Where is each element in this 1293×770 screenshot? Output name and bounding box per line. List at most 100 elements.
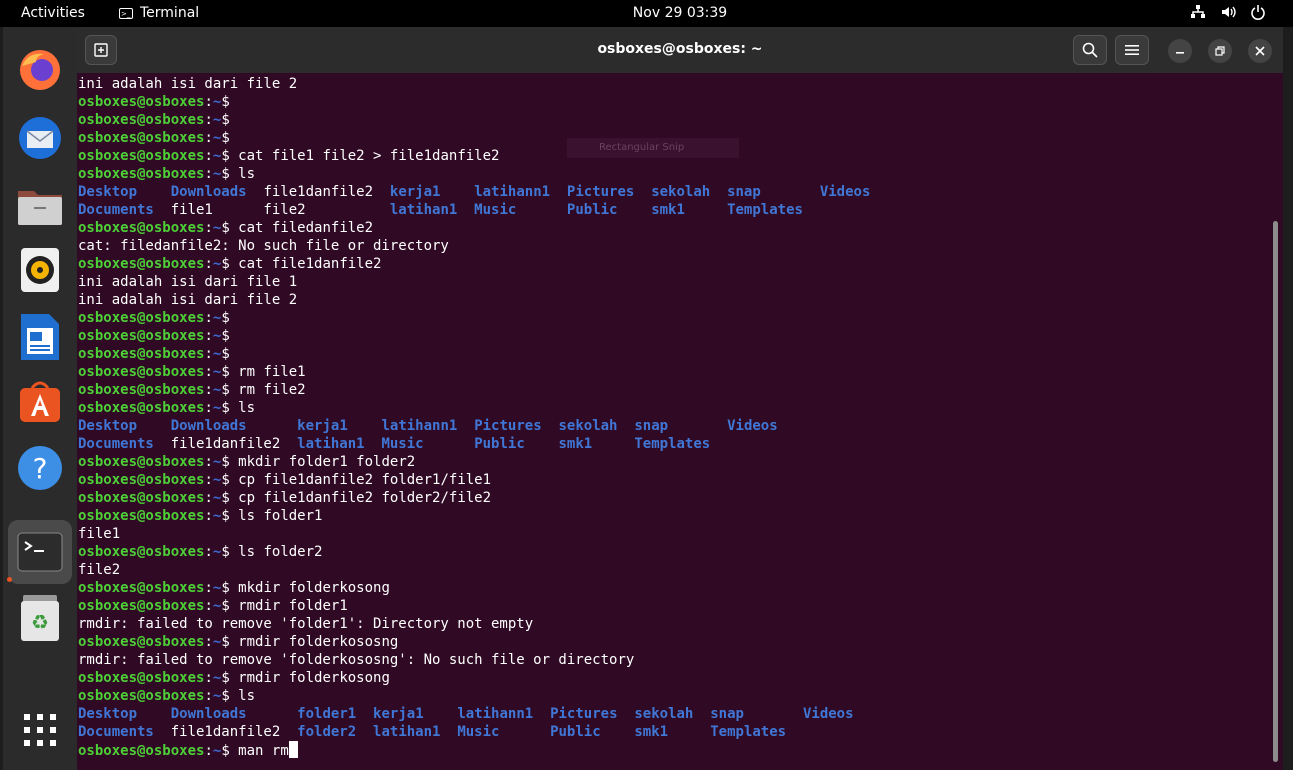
libreoffice-writer-icon[interactable] <box>17 314 63 360</box>
terminal-text: $ <box>221 328 239 344</box>
terminal-output[interactable]: ini adalah isi dari file 2 osboxes@osboxe… <box>78 75 1268 770</box>
terminal-text: ini adalah isi dari file 1 <box>78 274 298 290</box>
terminal-text: ini adalah isi dari file 2 <box>78 292 298 308</box>
terminal-line: rmdir: failed to remove 'folder1': Direc… <box>78 615 1268 633</box>
terminal-line: osboxes@osboxes:~$ mkdir folderkosong <box>78 579 1268 597</box>
terminal-line: osboxes@osboxes:~$ cat file1danfile2 <box>78 255 1268 273</box>
svg-text:♻: ♻ <box>31 610 49 634</box>
prompt-user: osboxes@osboxes <box>78 400 205 416</box>
terminal-text: : <box>204 346 213 362</box>
terminal-text: : <box>204 310 213 326</box>
directory-name: Desktop <box>78 418 138 434</box>
terminal-icon[interactable] <box>8 520 72 584</box>
prompt-user: osboxes@osboxes <box>78 166 205 182</box>
dock: ? ♻ <box>3 27 77 770</box>
terminal-line: osboxes@osboxes:~$ <box>78 309 1268 327</box>
restore-icon <box>1215 46 1225 56</box>
terminal-line: Documents file1danfile2 folder2 latihan1… <box>78 723 1268 741</box>
show-apps-icon[interactable] <box>17 707 63 753</box>
terminal-text: $ rmdir folderkososng <box>221 634 399 650</box>
terminal-line: osboxes@osboxes:~$ ls <box>78 687 1268 705</box>
terminal-text: $ <box>221 130 239 146</box>
terminal-text: : <box>204 688 213 704</box>
terminal-text: file1danfile2 <box>153 724 298 740</box>
directory-name: kerja1 <box>373 706 424 722</box>
menu-button[interactable] <box>1115 35 1149 65</box>
rhythmbox-icon[interactable] <box>17 247 63 293</box>
terminal-text: file1 <box>78 526 121 542</box>
directory-name: Templates <box>634 436 711 452</box>
prompt-user: osboxes@osboxes <box>78 544 205 560</box>
terminal-text: : <box>204 598 213 614</box>
directory-name: Documents <box>78 436 154 452</box>
power-icon <box>1250 4 1266 20</box>
prompt-user: osboxes@osboxes <box>78 490 205 506</box>
maximize-button[interactable] <box>1208 39 1232 63</box>
terminal-text: : <box>204 364 213 380</box>
search-button[interactable] <box>1073 35 1107 65</box>
terminal-text: : <box>204 130 213 146</box>
terminal-text: : <box>204 472 213 488</box>
terminal-text: : <box>204 256 213 272</box>
directory-name: smk1 <box>651 202 685 218</box>
terminal-line: file1 <box>78 525 1268 543</box>
directory-name: Templates <box>727 202 803 218</box>
terminal-text: ini adalah isi dari file 2 <box>78 76 298 92</box>
prompt-user: osboxes@osboxes <box>78 112 205 128</box>
terminal-line: osboxes@osboxes:~$ <box>78 111 1268 129</box>
close-button[interactable] <box>1248 39 1272 63</box>
help-icon[interactable]: ? <box>17 445 63 491</box>
prompt-user: osboxes@osboxes <box>78 688 205 704</box>
terminal-line: osboxes@osboxes:~$ <box>78 345 1268 363</box>
terminal-text: file1 file2 <box>153 202 390 218</box>
minimize-icon <box>1176 52 1184 54</box>
thunderbird-icon[interactable] <box>17 115 63 161</box>
minimize-button[interactable] <box>1168 39 1192 63</box>
running-indicator <box>7 577 12 582</box>
files-icon[interactable] <box>17 182 63 228</box>
terminal-line: osboxes@osboxes:~$ ls folder2 <box>78 543 1268 561</box>
clock[interactable]: Nov 29 03:39 <box>0 5 1293 21</box>
firefox-icon[interactable] <box>17 47 63 93</box>
terminal-window: osboxes@osboxes: ~ ini adalah isi dari f… <box>77 27 1283 770</box>
terminal-text: $ cp file1danfile2 folder2/file2 <box>221 490 492 506</box>
prompt-user: osboxes@osboxes <box>78 256 205 272</box>
prompt-user: osboxes@osboxes <box>78 580 205 596</box>
directory-name: Documents <box>78 724 154 740</box>
terminal-text: : <box>204 112 213 128</box>
app-center-icon[interactable] <box>17 379 63 425</box>
terminal-line: Desktop Downloads folder1 kerja1 latihan… <box>78 705 1268 723</box>
terminal-text: $ <box>221 112 239 128</box>
directory-name: Music <box>474 202 517 218</box>
prompt-user: osboxes@osboxes <box>78 220 205 236</box>
terminal-line: osboxes@osboxes:~$ ls <box>78 399 1268 417</box>
terminal-line: osboxes@osboxes:~$ cat filedanfile2 <box>78 219 1268 237</box>
directory-name: Documents <box>78 202 154 218</box>
system-tray[interactable] <box>1190 4 1266 20</box>
terminal-text: $ rm file1 <box>221 364 306 380</box>
terminal-text: : <box>204 148 213 164</box>
terminal-text: $ mkdir folder1 folder2 <box>221 454 416 470</box>
terminal-line: rmdir: failed to remove 'folderkososng':… <box>78 651 1268 669</box>
directory-name: Public <box>474 436 525 452</box>
prompt-user: osboxes@osboxes <box>78 130 205 146</box>
directory-name: folder2 <box>297 724 357 740</box>
scrollbar[interactable] <box>1273 221 1278 762</box>
terminal-line: osboxes@osboxes:~$ <box>78 93 1268 111</box>
directory-name: kerja1 <box>389 184 441 200</box>
trash-icon[interactable]: ♻ <box>17 595 63 641</box>
terminal-text: $ ls folder2 <box>221 544 323 560</box>
